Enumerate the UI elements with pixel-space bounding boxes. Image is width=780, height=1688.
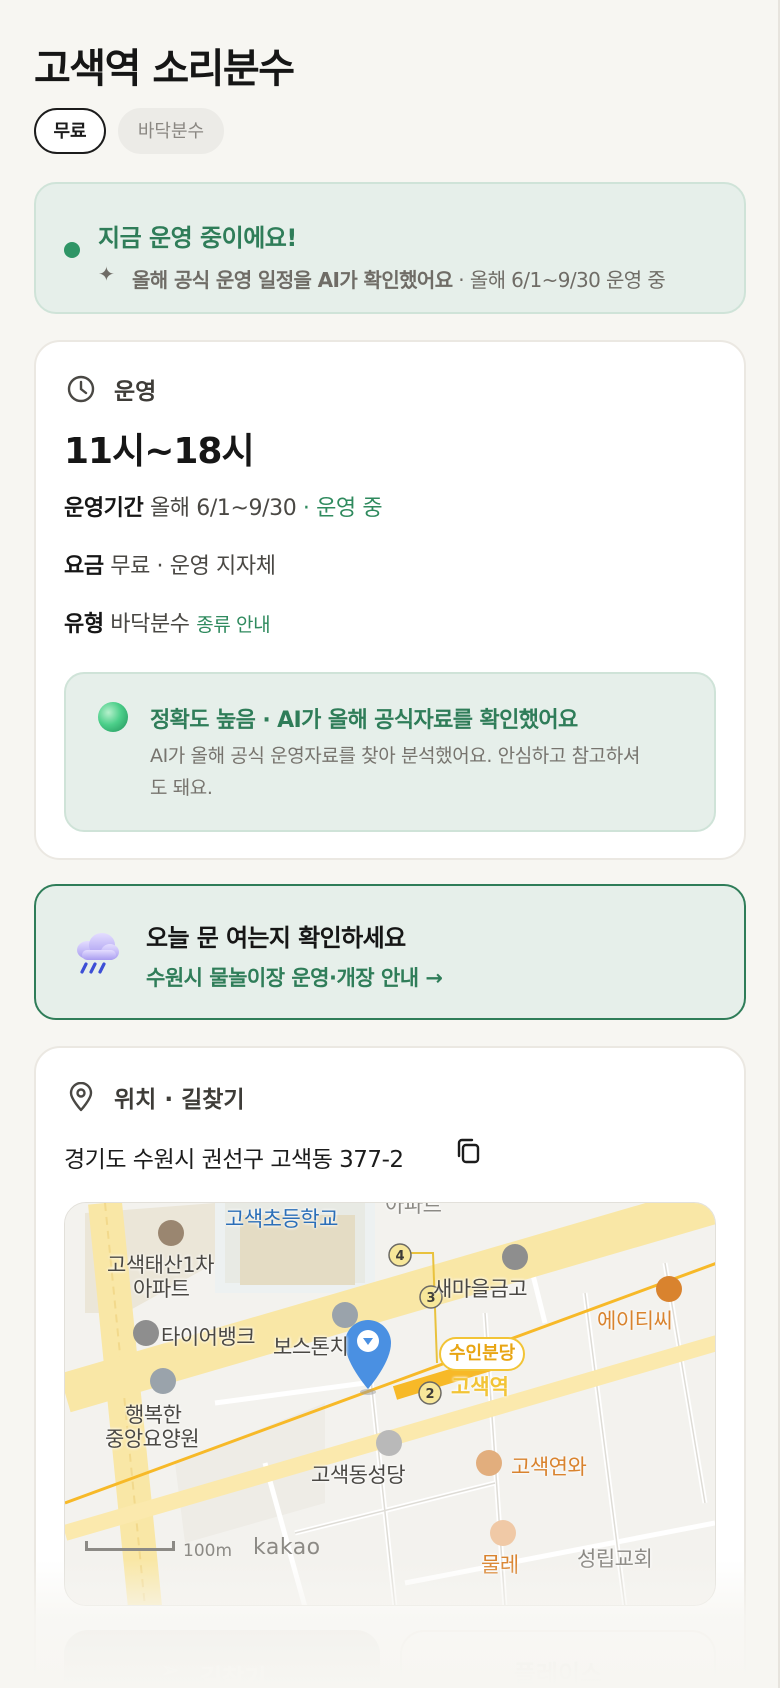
accuracy-box: 정확도 높음 · AI가 올해 공식자료를 확인했어요 AI가 올해 공식 운영… (64, 672, 716, 832)
map-view[interactable]: 4 3 2 고색초등학교 아파트 고색태산1차 아파트 새마을금고 에이티씨 타… (64, 1202, 716, 1606)
notice-link[interactable]: 수원시 물놀이장 운영·개장 안내 → (146, 962, 443, 992)
period-sep: · (296, 496, 317, 521)
map-pin-icon (69, 1082, 93, 1112)
directions-button[interactable]: ➢ 길찾기 (64, 1630, 380, 1688)
map-label-apt-top: 아파트 (385, 1202, 442, 1217)
directions-label: 길찾기 (200, 1664, 267, 1688)
place-button[interactable]: 플레이스 (400, 1630, 716, 1688)
type-guide-link[interactable]: 종류 안내 (196, 614, 270, 636)
fee-row: 요금 무료 · 운영 지자체 (64, 548, 276, 580)
location-heading: 위치 · 길찾기 (114, 1087, 245, 1113)
type-row: 유형 바닥분수 종류 안내 (64, 606, 271, 638)
clock-icon (67, 375, 95, 403)
type-chip[interactable]: 바닥분수 (118, 108, 224, 154)
map-label-cafe-right: 에이티씨 (597, 1309, 673, 1333)
map-station-name: 고색역 (451, 1375, 509, 1399)
status-schedule: · 올해 6/1~9/30 운영 중 (452, 268, 666, 292)
operating-status-banner: 지금 운영 중이에요! ✦ 올해 공식 운영 일정을 AI가 확인했어요 · 올… (34, 182, 746, 314)
page-title: 고색역 소리분수 (34, 46, 295, 92)
status-title: 지금 운영 중이에요! (98, 224, 297, 252)
accuracy-body: AI가 올해 공식 운영자료를 찾아 분석했어요. 안심하고 참고하셔도 돼요. (150, 745, 640, 799)
map-label-cafe-water: 물레 (481, 1553, 519, 1577)
map-station-badge: 수인분당 (439, 1337, 526, 1371)
open-today-notice[interactable]: 오늘 문 여는지 확인하세요 수원시 물놀이장 운영·개장 안내 → (34, 884, 746, 1020)
fee-value: 무료 · 운영 지자체 (110, 554, 276, 579)
map-brand-logo: kakao (253, 1535, 321, 1560)
map-scale-text: 100m (183, 1541, 233, 1561)
map-scale-bar (85, 1541, 175, 1551)
type-value: 바닥분수 (110, 612, 190, 637)
rain-cloud-icon (77, 933, 119, 974)
map-label-school: 고색초등학교 (225, 1207, 338, 1231)
operation-period-row: 운영기간 올해 6/1~9/30 · 운영 중 (64, 490, 383, 522)
notice-title: 오늘 문 여는지 확인하세요 (146, 924, 406, 952)
fountain-detail-page: 고색역 소리분수 무료 바닥분수 지금 운영 중이에요! ✦ 올해 공식 운영 … (0, 0, 780, 1688)
copy-icon[interactable] (454, 1136, 482, 1166)
type-label: 유형 (64, 612, 104, 637)
exit-2-label: 2 (425, 1387, 434, 1402)
operating-hours: 11시~18시 (64, 431, 255, 472)
map-label-church2: 성립교회 (577, 1547, 653, 1571)
fee-label: 요금 (64, 554, 104, 579)
map-label-cafe-bottom: 고색연와 (511, 1455, 587, 1479)
fee-chip[interactable]: 무료 (34, 108, 106, 154)
status-subtitle: 올해 공식 운영 일정을 AI가 확인했어요 · 올해 6/1~9/30 운영 … (132, 264, 666, 293)
location-card: 위치 · 길찾기 경기도 수원시 권선구 고색동 377-2 4 3 2 고색초… (34, 1046, 746, 1688)
map-label-church: 고색동성당 (311, 1463, 406, 1487)
map-label-hospital-line2: 중앙요양원 (105, 1427, 200, 1451)
operation-card: 운영 11시~18시 운영기간 올해 6/1~9/30 · 운영 중 요금 무료… (34, 340, 746, 860)
period-label: 운영기간 (64, 496, 144, 521)
map-label-dental: 보스톤치 (273, 1335, 349, 1359)
operation-heading: 운영 (114, 379, 157, 405)
period-status: 운영 중 (316, 496, 383, 521)
map-label-tire: 타이어뱅크 (161, 1325, 256, 1349)
status-dot-icon (64, 242, 80, 258)
navigation-arrow-icon: ➢ (160, 1656, 181, 1684)
map-label-apt1-line2: 아파트 (133, 1277, 190, 1301)
accuracy-title: 정확도 높음 · AI가 올해 공식자료를 확인했어요 (150, 708, 578, 733)
map-label-bank: 새마을금고 (433, 1277, 528, 1301)
sparkle-icon: ✦ (98, 262, 115, 286)
ai-check-note: 올해 공식 운영 일정을 AI가 확인했어요 (132, 268, 453, 292)
orb-icon (98, 702, 128, 732)
exit-4-label: 4 (395, 1249, 404, 1264)
address-text: 경기도 수원시 권선구 고색동 377-2 (64, 1147, 404, 1173)
period-value: 올해 6/1~9/30 (149, 496, 297, 521)
